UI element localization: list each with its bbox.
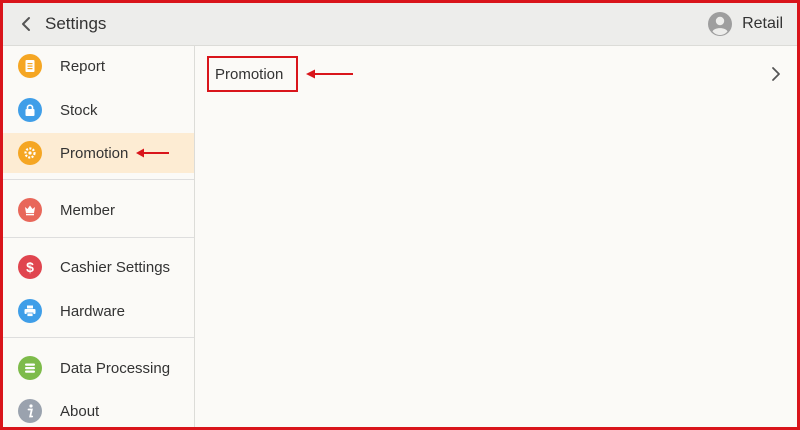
report-icon bbox=[18, 54, 42, 78]
app-window: Settings Retail Report Stock Promotion M… bbox=[0, 0, 800, 430]
sidebar-divider bbox=[3, 337, 194, 338]
sidebar-item-hardware[interactable]: Hardware bbox=[3, 291, 194, 331]
sidebar-divider bbox=[3, 179, 194, 180]
chevron-right-icon bbox=[772, 67, 780, 81]
sidebar-item-label: Data Processing bbox=[60, 359, 171, 377]
top-bar: Settings Retail bbox=[3, 3, 797, 46]
sidebar-item-data-processing[interactable]: Data Processing bbox=[3, 348, 194, 388]
sidebar-divider bbox=[3, 237, 194, 238]
sidebar: Report Stock Promotion Member $ Cashier … bbox=[3, 46, 195, 427]
dollar-icon: $ bbox=[18, 255, 42, 279]
printer-icon bbox=[18, 299, 42, 323]
lock-icon bbox=[18, 98, 42, 122]
layers-icon bbox=[18, 356, 42, 380]
info-icon bbox=[18, 399, 42, 423]
sidebar-item-label: Report bbox=[60, 57, 106, 75]
sidebar-item-label: Hardware bbox=[60, 302, 126, 320]
sidebar-item-cashier-settings[interactable]: $ Cashier Settings bbox=[3, 247, 194, 287]
svg-text:$: $ bbox=[26, 259, 34, 275]
annotation-arrow-icon bbox=[136, 148, 169, 158]
sidebar-item-member[interactable]: Member bbox=[3, 190, 194, 230]
promotion-highlight-box: Promotion bbox=[207, 56, 298, 92]
gear-icon bbox=[18, 141, 42, 165]
back-button[interactable] bbox=[12, 9, 40, 39]
sidebar-item-label: Promotion bbox=[60, 144, 129, 162]
sidebar-item-label: Member bbox=[60, 201, 116, 219]
page-title: Settings bbox=[45, 14, 107, 33]
member-icon bbox=[18, 198, 42, 222]
chevron-left-icon bbox=[22, 17, 30, 31]
annotation-arrow-icon bbox=[306, 69, 353, 79]
promotion-row-label: Promotion bbox=[215, 65, 284, 83]
sidebar-item-about[interactable]: About bbox=[3, 391, 194, 427]
user-account-button[interactable]: Retail bbox=[708, 9, 783, 39]
user-avatar-icon bbox=[708, 12, 733, 36]
sidebar-item-label: About bbox=[60, 402, 100, 420]
sidebar-item-label: Cashier Settings bbox=[60, 258, 171, 276]
sidebar-item-stock[interactable]: Stock bbox=[3, 90, 194, 130]
promotion-row[interactable]: Promotion bbox=[195, 46, 797, 106]
user-name: Retail bbox=[742, 15, 783, 32]
sidebar-item-report[interactable]: Report bbox=[3, 46, 194, 86]
sidebar-item-label: Stock bbox=[60, 101, 98, 119]
